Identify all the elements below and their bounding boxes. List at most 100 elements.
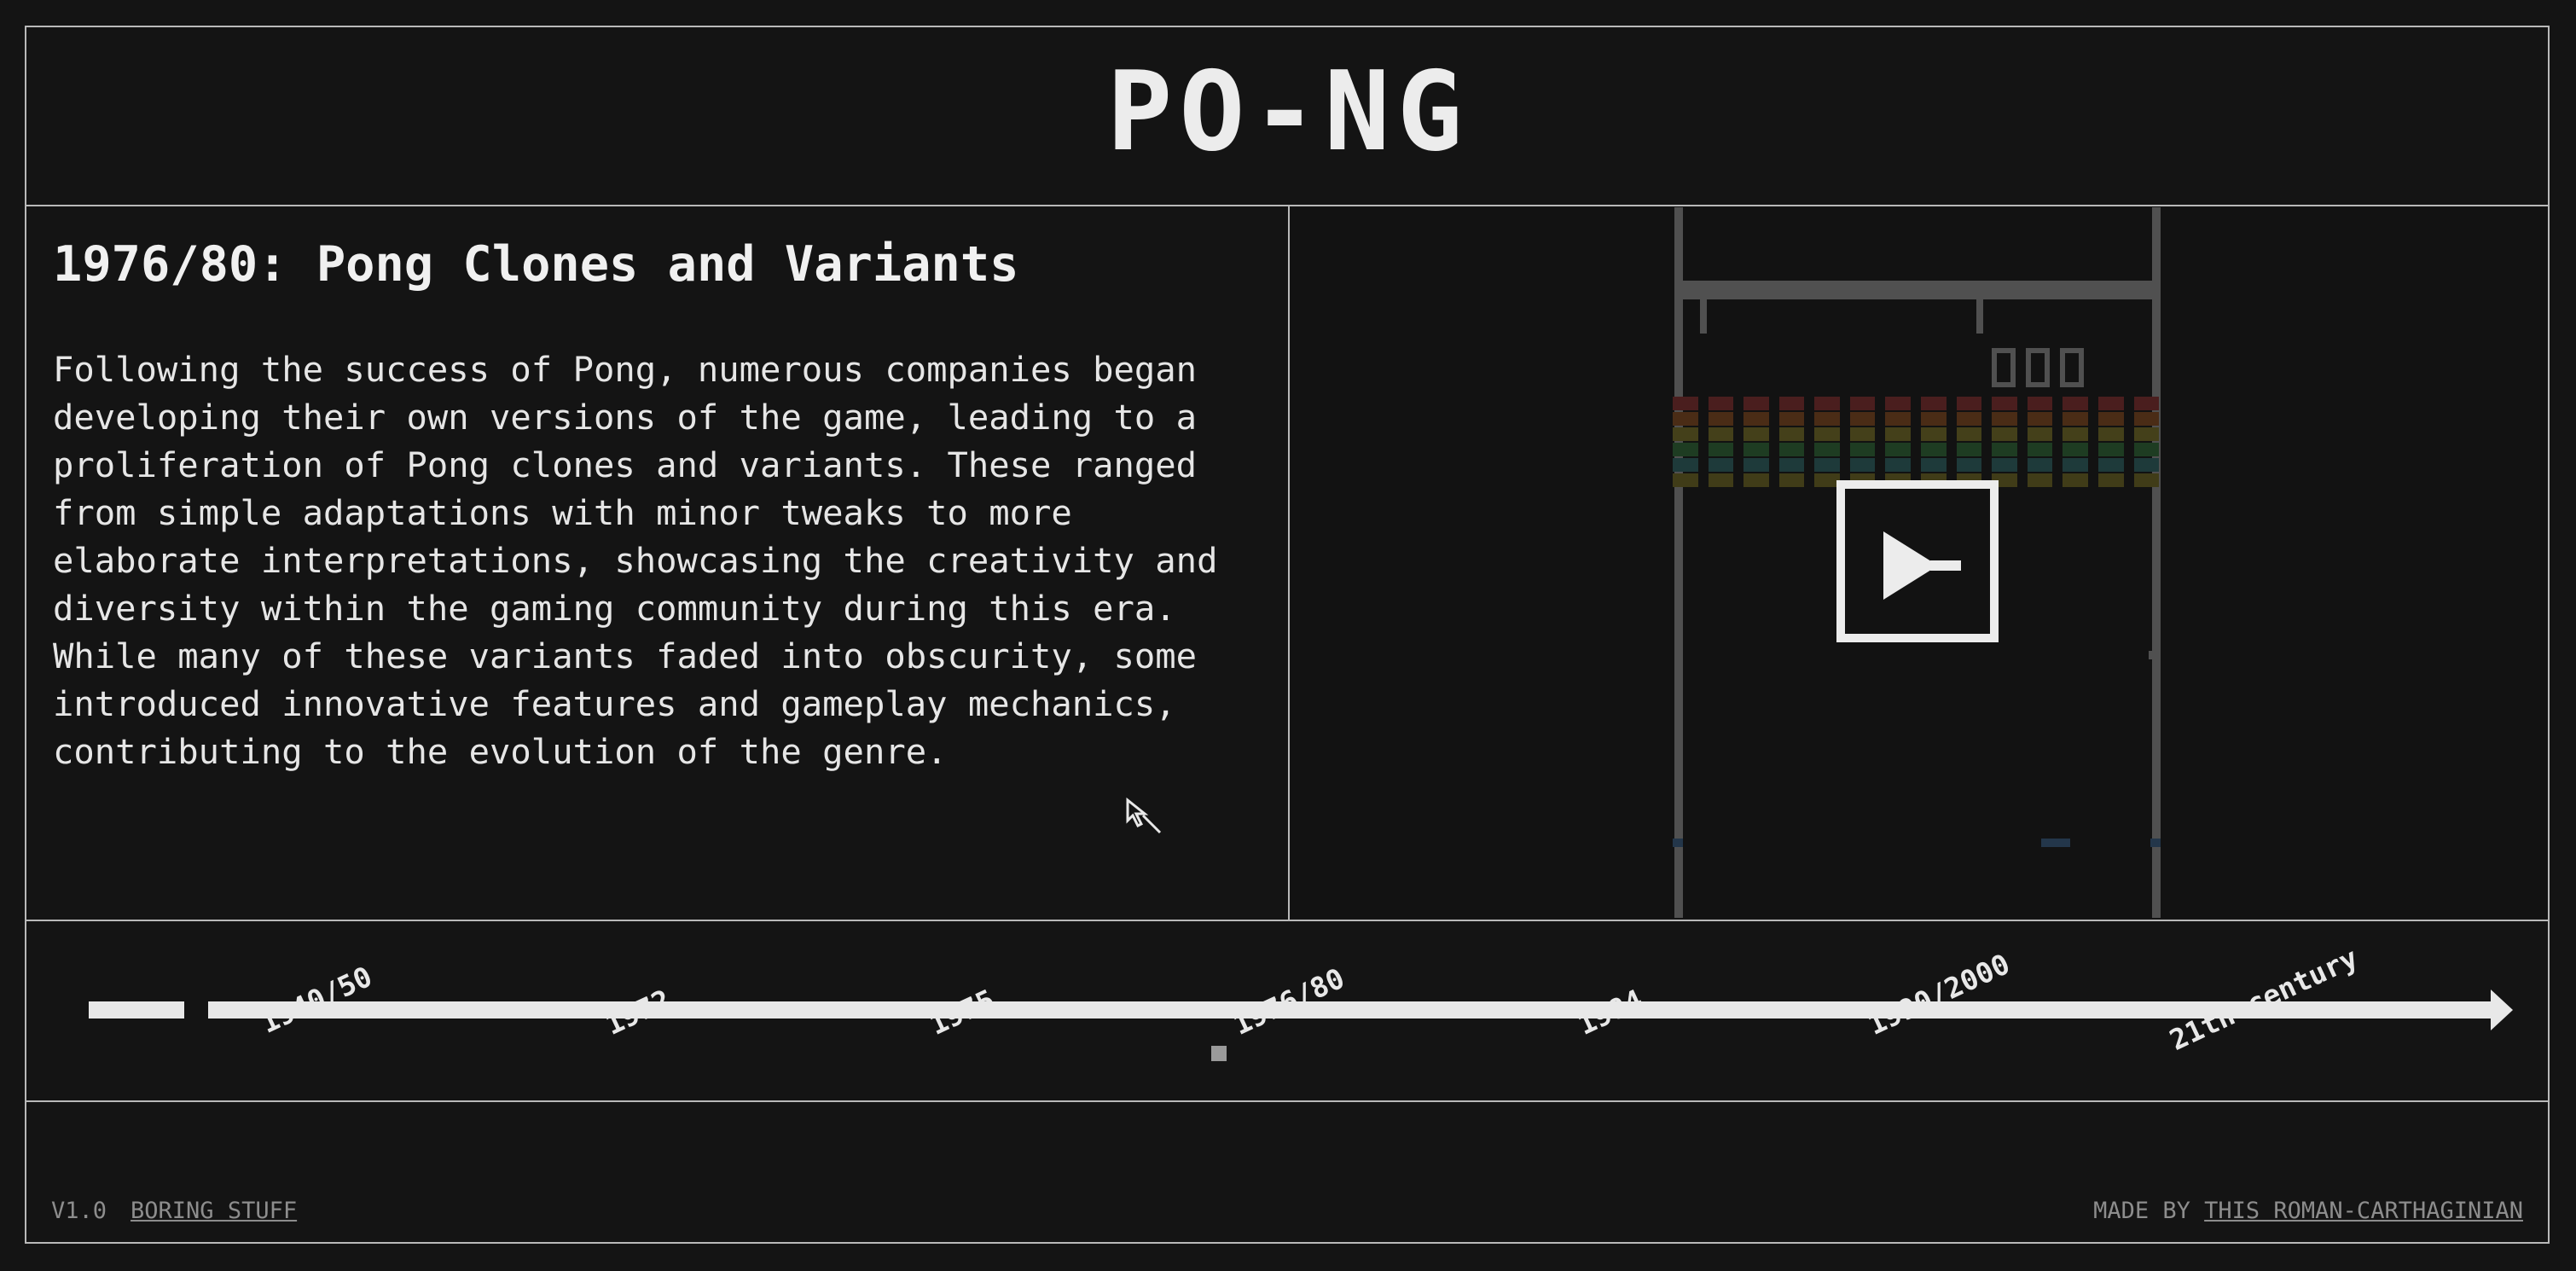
brick bbox=[1814, 427, 1840, 441]
brick bbox=[1673, 473, 1698, 487]
wall-tick-right bbox=[1976, 299, 1983, 334]
brick bbox=[2063, 473, 2088, 487]
brick bbox=[1956, 458, 1982, 472]
brick bbox=[1849, 397, 1876, 410]
brick-row bbox=[1673, 397, 2160, 410]
brick bbox=[1921, 397, 1947, 410]
brick bbox=[2097, 427, 2124, 441]
left-wall bbox=[1674, 207, 1683, 918]
brick bbox=[1992, 397, 2017, 410]
brick bbox=[2133, 458, 2160, 472]
ball bbox=[2149, 651, 2154, 659]
brick bbox=[1708, 412, 1734, 426]
brick bbox=[1673, 412, 1698, 426]
brick bbox=[1921, 443, 1947, 456]
site-logo[interactable]: PO-NG bbox=[0, 58, 2576, 167]
footer-right: MADE BY THIS ROMAN-CARTHAGINIAN bbox=[2093, 1198, 2523, 1224]
brick-row bbox=[1673, 443, 2160, 456]
brick bbox=[2063, 458, 2088, 472]
content-divider bbox=[25, 920, 2550, 921]
timeline-divider bbox=[25, 1100, 2550, 1102]
brick bbox=[2027, 443, 2053, 456]
brick bbox=[1708, 458, 1734, 472]
play-icon-tip bbox=[1930, 560, 1961, 571]
brick bbox=[1778, 412, 1805, 426]
game-preview[interactable] bbox=[1291, 207, 2548, 918]
brick bbox=[1921, 427, 1947, 441]
brick bbox=[2133, 443, 2160, 456]
brick bbox=[2097, 443, 2124, 456]
brick bbox=[2027, 412, 2053, 426]
score-digit bbox=[1992, 348, 2016, 387]
brick bbox=[1885, 458, 1912, 472]
brick bbox=[1992, 427, 2017, 441]
brick bbox=[1849, 458, 1876, 472]
brick bbox=[1778, 473, 1805, 487]
brick bbox=[1956, 427, 1982, 441]
brick bbox=[1743, 458, 1769, 472]
brick bbox=[1849, 443, 1876, 456]
wall-tick-left bbox=[1700, 299, 1707, 334]
brick bbox=[1849, 412, 1876, 426]
brick bbox=[1778, 458, 1805, 472]
brick bbox=[1743, 412, 1769, 426]
brick bbox=[1778, 427, 1805, 441]
brick bbox=[1673, 427, 1698, 441]
brick bbox=[1992, 458, 2017, 472]
score-digit bbox=[2060, 348, 2084, 387]
paddle bbox=[2041, 839, 2070, 847]
brick bbox=[1921, 458, 1947, 472]
top-wall bbox=[1683, 281, 2152, 299]
brick bbox=[2027, 473, 2053, 487]
brick bbox=[1956, 412, 1982, 426]
brick bbox=[2097, 397, 2124, 410]
brick bbox=[1708, 397, 1734, 410]
brick bbox=[2133, 427, 2160, 441]
brick bbox=[2063, 397, 2088, 410]
brick bbox=[1956, 397, 1982, 410]
brick bbox=[1992, 412, 2017, 426]
brick bbox=[1885, 443, 1912, 456]
brick bbox=[2133, 397, 2160, 410]
right-wall bbox=[2152, 207, 2161, 918]
brick bbox=[1708, 473, 1734, 487]
brick bbox=[2133, 412, 2160, 426]
brick bbox=[2097, 473, 2124, 487]
made-by-label: MADE BY bbox=[2093, 1198, 2190, 1224]
brick bbox=[1814, 458, 1840, 472]
brick bbox=[1743, 473, 1769, 487]
author-link[interactable]: THIS ROMAN-CARTHAGINIAN bbox=[2204, 1198, 2523, 1224]
brick bbox=[1673, 397, 1698, 410]
play-button[interactable] bbox=[1836, 480, 1999, 642]
brick bbox=[1921, 412, 1947, 426]
mouse-cursor-icon bbox=[1126, 797, 1162, 834]
brick bbox=[1708, 443, 1734, 456]
article-title: 1976/80: Pong Clones and Variants bbox=[53, 236, 1019, 293]
column-divider bbox=[1288, 206, 1290, 920]
brick bbox=[1743, 397, 1769, 410]
brick bbox=[2063, 427, 2088, 441]
brick bbox=[1743, 443, 1769, 456]
brick bbox=[2063, 412, 2088, 426]
brick-row bbox=[1673, 458, 2160, 472]
version-label: V1.0 bbox=[51, 1198, 107, 1224]
footer-left: V1.0 BORING STUFF bbox=[51, 1198, 297, 1224]
score-display bbox=[1992, 348, 2084, 387]
brick bbox=[2027, 427, 2053, 441]
brick bbox=[1673, 443, 1698, 456]
brick bbox=[2097, 458, 2124, 472]
brick bbox=[2027, 458, 2053, 472]
brick bbox=[2063, 443, 2088, 456]
brick bbox=[1956, 443, 1982, 456]
brick bbox=[1885, 412, 1912, 426]
article-body: Following the success of Pong, numerous … bbox=[53, 349, 1218, 772]
brick bbox=[1814, 443, 1840, 456]
brick bbox=[1743, 427, 1769, 441]
header-divider bbox=[25, 205, 2550, 206]
brick bbox=[2027, 397, 2053, 410]
boring-stuff-link[interactable]: BORING STUFF bbox=[131, 1198, 297, 1224]
brick bbox=[1778, 443, 1805, 456]
brick bbox=[1885, 397, 1912, 410]
score-digit bbox=[2026, 348, 2050, 387]
brick bbox=[1814, 412, 1840, 426]
